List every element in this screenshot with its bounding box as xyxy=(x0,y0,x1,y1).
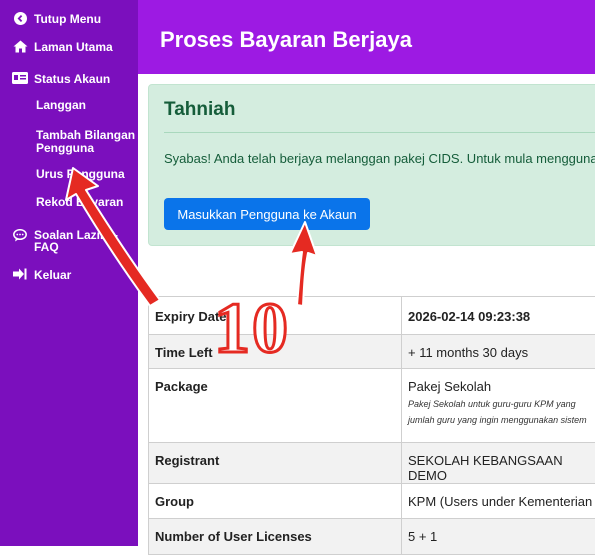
row-label: Registrant xyxy=(149,443,402,484)
row-label: Package xyxy=(149,369,402,443)
table-row: Number of User Licenses 5 + 1 xyxy=(149,519,595,555)
package-name: Pakej Sekolah xyxy=(408,379,595,394)
sidebar-item-payment-records[interactable]: Rekod Bayaran xyxy=(36,196,123,209)
home-icon xyxy=(12,40,28,53)
sidebar-item-account-status[interactable]: Status Akaun xyxy=(12,72,110,86)
success-alert: Tahniah Syabas! Anda telah berjaya melan… xyxy=(148,84,595,246)
row-value: + 11 months 30 days xyxy=(402,335,595,369)
chat-icon xyxy=(12,229,28,242)
sidebar-item-home[interactable]: Laman Utama xyxy=(12,40,113,54)
sidebar-item-label: Keluar xyxy=(34,268,71,282)
sidebar-item-label: Status Akaun xyxy=(34,72,110,86)
table-row: Package Pakej Sekolah Pakej Sekolah untu… xyxy=(149,369,595,443)
sidebar-item-manage-users[interactable]: Urus Pengguna xyxy=(36,168,125,181)
package-note: jumlah guru yang ingin menggunakan siste… xyxy=(408,412,595,428)
sidebar-item-add-users[interactable]: Tambah Bilangan Pengguna xyxy=(36,129,136,155)
sidebar-item-label: Soalan Lazim - FAQ xyxy=(34,229,124,253)
alert-title: Tahniah xyxy=(164,99,235,121)
package-note: Pakej Sekolah untuk guru-guru KPM yang xyxy=(408,396,595,412)
sidebar: Tutup Menu Laman Utama Status Akaun Lang… xyxy=(0,0,138,546)
row-label: Group xyxy=(149,484,402,519)
sidebar-item-faq[interactable]: Soalan Lazim - FAQ xyxy=(12,229,124,253)
logout-icon xyxy=(12,268,28,280)
alert-message: Syabas! Anda telah berjaya melanggan pak… xyxy=(164,151,595,166)
sidebar-item-logout[interactable]: Keluar xyxy=(12,268,71,282)
close-menu-button[interactable]: Tutup Menu xyxy=(12,12,101,26)
chevron-left-circle-icon xyxy=(12,12,28,25)
row-value: KPM (Users under Kementerian xyxy=(402,484,595,519)
step-number: 10 xyxy=(214,292,290,364)
table-row: Group KPM (Users under Kementerian xyxy=(149,484,595,519)
page-header: Proses Bayaran Berjaya xyxy=(138,0,595,74)
close-menu-label: Tutup Menu xyxy=(34,12,101,26)
id-card-icon xyxy=(12,72,28,84)
table-row: Registrant SEKOLAH KEBANGSAAN DEMO xyxy=(149,443,595,484)
row-value: Pakej Sekolah Pakej Sekolah untuk guru-g… xyxy=(402,369,595,443)
sidebar-item-subscribe[interactable]: Langgan xyxy=(36,99,86,112)
row-value: 2026-02-14 09:23:38 xyxy=(402,297,595,335)
add-users-to-account-button[interactable]: Masukkan Pengguna ke Akaun xyxy=(164,198,370,230)
alert-divider xyxy=(164,132,595,133)
row-label: Number of User Licenses xyxy=(149,519,402,555)
page-title: Proses Bayaran Berjaya xyxy=(160,27,412,53)
sidebar-item-label: Laman Utama xyxy=(34,40,113,54)
row-value: SEKOLAH KEBANGSAAN DEMO xyxy=(402,443,595,484)
row-value: 5 + 1 xyxy=(402,519,595,555)
